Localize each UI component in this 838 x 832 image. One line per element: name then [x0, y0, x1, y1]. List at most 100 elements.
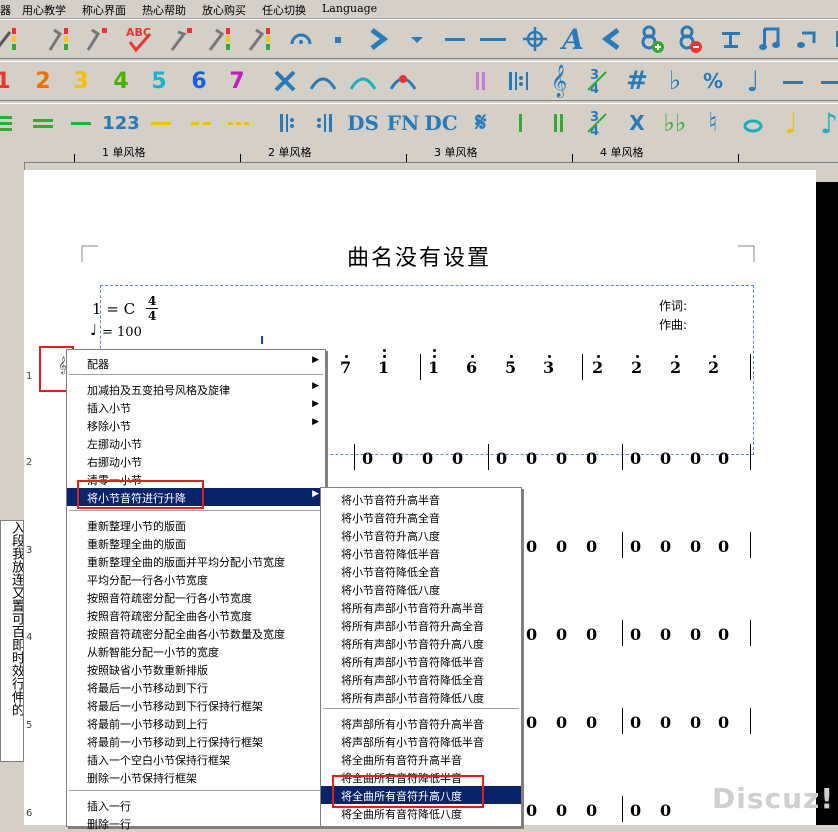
crosshair-icon[interactable] — [518, 23, 552, 55]
percent-icon[interactable]: % — [696, 65, 730, 97]
number-5-button[interactable]: 5 — [142, 65, 176, 97]
green-flag-icon[interactable] — [204, 23, 238, 55]
dash-icon[interactable] — [776, 65, 810, 97]
rest-zero[interactable]: 0 — [718, 449, 729, 468]
circle-icon[interactable] — [736, 107, 770, 139]
dash-icon[interactable] — [814, 65, 838, 97]
chevron-left-icon[interactable] — [596, 23, 630, 55]
rest-zero[interactable]: 0 — [526, 713, 537, 732]
rest-zero[interactable]: 0 — [556, 801, 567, 820]
rest-zero[interactable]: 0 — [422, 449, 433, 468]
three-four-icon[interactable]: 34 — [580, 107, 614, 139]
submenu-item[interactable]: 将小节音符降低全音 — [321, 562, 521, 580]
yellow-flag-icon[interactable] — [42, 23, 76, 55]
menu-item-orchestration[interactable]: 配器 ▶ — [67, 354, 325, 372]
menu-item-last-to-next-keep[interactable]: 将最后一小节移动到下行保持行框架 — [67, 696, 325, 714]
menu-item-first-to-prev-keep[interactable]: 将最前一小节移动到上行保持行框架 — [67, 732, 325, 750]
repeat-icon[interactable] — [502, 65, 536, 97]
slur-red-icon[interactable] — [386, 65, 420, 97]
menu-item-remove-measure[interactable]: 移除小节 ▶ — [67, 416, 325, 434]
ruler-label-2[interactable]: 2 单风格 — [268, 144, 312, 160]
menu-item-insert-blank[interactable]: 插入一个空白小节保持行框架 — [67, 750, 325, 768]
rest-zero[interactable]: 0 — [526, 801, 537, 820]
number-4-button[interactable]: 4 — [104, 65, 138, 97]
note-icon[interactable]: ♪ — [812, 107, 838, 140]
rest-zero[interactable]: 0 — [630, 625, 641, 644]
menu-item-delete-row[interactable]: 删除一行 — [67, 814, 325, 832]
menu-item-even-row[interactable]: 平均分配一行各小节宽度 — [67, 570, 325, 588]
eighth-add-icon[interactable] — [634, 23, 668, 55]
note[interactable]: 5 — [505, 358, 516, 377]
music-flag-icon[interactable] — [790, 23, 824, 55]
submenu-item[interactable]: 将小节音符降低八度 — [321, 580, 521, 598]
note[interactable]: 3 — [543, 358, 554, 377]
menu-item-reflow-score-even[interactable]: 重新整理全曲的版面并平均分配小节宽度 — [67, 552, 325, 570]
submenu-item[interactable]: 将所有声部小节音符升高八度 — [321, 634, 521, 652]
treble-clef-icon[interactable]: 𝄞 — [542, 64, 576, 97]
note[interactable]: 2 — [670, 358, 681, 377]
menu-item-switch[interactable]: 任心切换 — [262, 2, 306, 18]
rest-zero[interactable]: 0 — [556, 625, 567, 644]
menu-item-density-score-count[interactable]: 按照音符疏密分配全曲各小节数量及宽度 — [67, 624, 325, 642]
bar-line-icon[interactable] — [714, 23, 748, 55]
x-icon[interactable] — [268, 65, 302, 97]
submenu-item[interactable]: 将全曲所有音符升高半音 — [321, 750, 521, 768]
number-6-button[interactable]: 6 — [182, 65, 216, 97]
rest-zero[interactable]: 0 — [690, 449, 701, 468]
equals-icon[interactable] — [26, 107, 60, 139]
number-7-button[interactable]: 7 — [220, 65, 254, 97]
submenu-item[interactable]: 将所有声部小节音符降低全音 — [321, 670, 521, 688]
rest-zero[interactable]: 0 — [660, 625, 671, 644]
note[interactable]: 1 — [378, 358, 389, 377]
rest-zero[interactable]: 0 — [556, 713, 567, 732]
rest-zero[interactable]: 0 — [392, 449, 403, 468]
menu-item-move-left[interactable]: 左挪动小节 — [67, 434, 325, 452]
x-mark-icon[interactable]: X — [620, 107, 654, 139]
natural-icon[interactable]: ♮ — [696, 107, 730, 139]
yellow-dash-icon[interactable] — [144, 107, 178, 139]
time-signature-bottom[interactable]: 4 — [148, 309, 156, 323]
submenu-item[interactable]: 将小节音符升高半音 — [321, 490, 521, 508]
rest-zero[interactable]: 0 — [586, 537, 597, 556]
tempo-value[interactable]: = 100 — [102, 325, 142, 340]
rest-zero[interactable]: 0 — [630, 713, 641, 732]
long-minus-icon[interactable] — [476, 23, 510, 55]
double-bar-icon[interactable] — [542, 107, 576, 139]
menu-item-insert-measure[interactable]: 插入小节 ▶ — [67, 398, 325, 416]
number-3-button[interactable]: 3 — [64, 65, 98, 97]
rest-zero[interactable]: 0 — [718, 713, 729, 732]
note[interactable]: 6 — [466, 358, 477, 377]
number-2-button[interactable]: 2 — [26, 65, 60, 97]
repeat-end-icon[interactable] — [308, 107, 342, 139]
rest-zero[interactable]: 0 — [660, 537, 671, 556]
rest-zero[interactable]: 0 — [526, 449, 537, 468]
arc-icon[interactable] — [306, 65, 340, 97]
yellow-dash-icon[interactable] — [184, 107, 218, 139]
rest-zero[interactable]: 0 — [556, 449, 567, 468]
menu-item-time-signature[interactable]: 加减拍及五变拍号风格及旋律 ▶ — [67, 380, 325, 398]
minus-icon[interactable] — [438, 23, 472, 55]
menu-item-default-layout[interactable]: 按照缺省小节数重新排版 — [67, 660, 325, 678]
menu-item-reflow-measure[interactable]: 重新整理小节的版面 — [67, 516, 325, 534]
rest-zero[interactable]: 0 — [630, 449, 641, 468]
list-icon[interactable] — [0, 107, 20, 139]
submenu-item[interactable]: 将小节音符升高八度 — [321, 526, 521, 544]
rest-zero[interactable]: 0 — [690, 537, 701, 556]
submenu-item[interactable]: 将所有声部小节音符降低半音 — [321, 652, 521, 670]
menu-item-language[interactable]: Language — [322, 2, 377, 15]
menu-item-reflow-score[interactable]: 重新整理全曲的版面 — [67, 534, 325, 552]
menu-item-first-to-prev[interactable]: 将最前一小节移动到上行 — [67, 714, 325, 732]
composer-label[interactable]: 作曲: — [659, 316, 687, 333]
rest-zero[interactable]: 0 — [660, 801, 671, 820]
segno-icon[interactable]: 𝄋 — [464, 107, 498, 139]
rest-zero[interactable]: 0 — [362, 449, 373, 468]
music-note-icon[interactable] — [752, 23, 786, 55]
double-flat-icon[interactable]: ♭♭ — [658, 107, 692, 139]
score-title[interactable]: 曲名没有设置 — [0, 240, 838, 272]
rest-zero[interactable]: 0 — [660, 449, 671, 468]
tie-icon[interactable] — [346, 65, 380, 97]
blue-red-flag-icon[interactable] — [0, 23, 24, 55]
rest-zero[interactable]: 0 — [526, 537, 537, 556]
green-red-flag-icon[interactable] — [244, 23, 278, 55]
letter-a-icon[interactable]: A — [556, 23, 590, 56]
